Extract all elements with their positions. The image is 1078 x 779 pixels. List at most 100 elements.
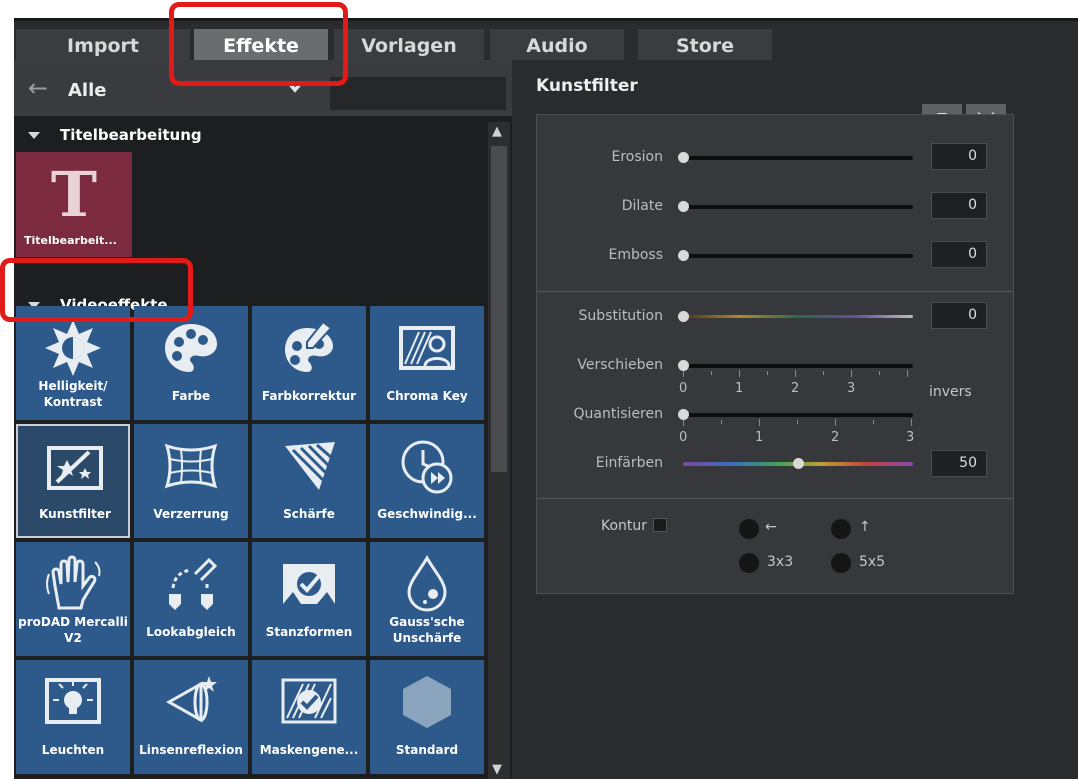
tab-import[interactable]: Import (16, 29, 190, 63)
radio-label-3x3: 3x3 (767, 554, 794, 570)
chroma-person-icon (399, 326, 455, 370)
scale-number: 1 (735, 381, 744, 396)
radio-label-5x5: 5x5 (859, 554, 886, 570)
value-emboss[interactable]: 0 (931, 241, 987, 268)
kontur-checkbox[interactable] (653, 518, 667, 532)
back-arrow-icon[interactable]: ← (28, 74, 48, 102)
highlight-effekte-tab (169, 2, 348, 86)
glow-bulb-icon (45, 678, 101, 724)
slider-substitution[interactable] (683, 315, 913, 318)
param-label-dilate: Dilate (621, 198, 663, 214)
tab-audio[interactable]: Audio (490, 29, 624, 63)
tile-label: Kunstfilter (39, 507, 111, 521)
scroll-down-icon[interactable]: ▼ (492, 762, 502, 777)
stamp-shape-icon (283, 564, 335, 604)
radio-up-arrow[interactable] (831, 519, 851, 539)
param-label-erosion: Erosion (611, 149, 663, 165)
radio-5x5[interactable] (831, 553, 851, 573)
sharpness-cone-icon (285, 442, 335, 490)
tile-label: Helligkeit/ Kontrast (38, 379, 108, 409)
slider-knob[interactable] (678, 360, 689, 371)
effect-tile-standard[interactable]: Standard (370, 660, 484, 774)
tile-label: Gauss'sche Unschärfe (389, 615, 465, 645)
tile-label: Leuchten (41, 743, 105, 757)
slider-emboss[interactable] (683, 254, 913, 258)
highlight-videoeffekte-section (0, 258, 193, 322)
effect-tile-farbkorrektur[interactable]: Farbkorrektur (252, 306, 366, 420)
effect-tile-prodad-mercalli[interactable]: proDAD Mercalli V2 (16, 542, 130, 656)
tile-label: Titelbearbeit... (24, 234, 117, 247)
slider-knob[interactable] (678, 250, 689, 261)
slider-knob[interactable] (678, 409, 689, 420)
slider-dilate[interactable] (683, 205, 913, 209)
mask-generator-icon (281, 678, 337, 724)
tile-label: proDAD Mercalli V2 (18, 615, 128, 645)
scale-number: 2 (791, 381, 800, 396)
tile-label: Farbkorrektur (261, 389, 357, 403)
search-input[interactable] (330, 77, 506, 110)
palette-icon (165, 324, 217, 372)
effect-tile-lookabgleich[interactable]: Lookabgleich (134, 542, 248, 656)
scroll-up-icon[interactable]: ▲ (492, 124, 502, 139)
scale-number: 1 (755, 430, 764, 445)
scale-number: 0 (679, 430, 688, 445)
value-dilate[interactable]: 0 (931, 192, 987, 219)
effect-tile-schaerfe[interactable]: Schärfe (252, 424, 366, 538)
scale-number: 2 (831, 430, 840, 445)
warp-grid-icon (164, 443, 218, 489)
radio-3x3[interactable] (739, 553, 759, 573)
radio-label-up: ↑ (859, 519, 871, 535)
slider-verschieben[interactable] (683, 364, 913, 368)
slider-knob[interactable] (678, 152, 689, 163)
tile-label: Verzerrung (153, 507, 229, 521)
effect-tile-chroma-key[interactable]: Chroma Key (370, 306, 484, 420)
effect-tile-helligkeit[interactable]: Helligkeit/ Kontrast (16, 306, 130, 420)
effects-browser: ← Alle Titelbearbeitung T Titelbearbeit.… (14, 60, 512, 779)
effect-tile-verzerrung[interactable]: Verzerrung (134, 424, 248, 538)
scale-number: 0 (679, 381, 688, 396)
slider-quantisieren[interactable] (683, 413, 913, 417)
effects-scrollbar[interactable]: ▲ ▼ (488, 122, 510, 779)
param-label-einfaerben: Einfärben (595, 455, 663, 471)
section-divider (537, 498, 1013, 499)
value-substitution[interactable]: 0 (931, 302, 987, 329)
tile-label: Lookabgleich (146, 625, 236, 639)
value-erosion[interactable]: 0 (931, 143, 987, 170)
tile-label: Maskengene... (259, 743, 359, 757)
sun-icon (45, 320, 101, 376)
effect-tile-linsenreflexion[interactable]: Linsenreflexion (134, 660, 248, 774)
effect-tile-leuchten[interactable]: Leuchten (16, 660, 130, 774)
radio-label-left: ← (765, 519, 777, 535)
parameter-box: Erosion 0 Dilate 0 Emboss 0 Substitution… (536, 114, 1014, 594)
video-editor-window: Import Effekte Vorlagen Audio Store ← Al… (14, 18, 1078, 779)
effect-tile-maskengenerator[interactable]: Maskengene... (252, 660, 366, 774)
tile-label: Schärfe (283, 507, 335, 521)
effect-tile-stanzformen[interactable]: Stanzformen (252, 542, 366, 656)
collapse-triangle-icon (28, 131, 40, 139)
art-filter-icon (47, 446, 103, 490)
radio-left-arrow[interactable] (739, 519, 759, 539)
slider-knob[interactable] (793, 458, 804, 469)
slider-erosion[interactable] (683, 156, 913, 160)
section-title: Titelbearbeitung (60, 126, 202, 144)
section-header-titelbearbeitung[interactable]: Titelbearbeitung (16, 120, 486, 150)
lens-flare-icon (165, 676, 217, 723)
invers-label: invers (929, 384, 972, 400)
slider-knob[interactable] (678, 311, 689, 322)
scrollbar-thumb[interactable] (491, 146, 507, 472)
effect-tile-titelbearbeitung[interactable]: T Titelbearbeit... (16, 152, 132, 257)
effect-tile-gauss-unschaerfe[interactable]: Gauss'sche Unschärfe (370, 542, 484, 656)
tab-store[interactable]: Store (638, 29, 772, 63)
tile-label: Farbe (171, 389, 211, 403)
category-dropdown-label[interactable]: Alle (68, 80, 106, 101)
tab-vorlagen[interactable]: Vorlagen (334, 29, 484, 63)
slider-knob[interactable] (678, 201, 689, 212)
value-einfaerben[interactable]: 50 (931, 450, 987, 477)
effect-tile-geschwindigkeit[interactable]: Geschwindig... (370, 424, 484, 538)
kontur-label: Kontur (601, 518, 648, 534)
effect-tile-farbe[interactable]: Farbe (134, 306, 248, 420)
effect-tile-kunstfilter[interactable]: Kunstfilter (16, 424, 130, 538)
param-label-quantisieren: Quantisieren (573, 406, 663, 422)
tile-label: Linsenreflexion (139, 743, 243, 757)
scale-number: 3 (906, 430, 915, 445)
